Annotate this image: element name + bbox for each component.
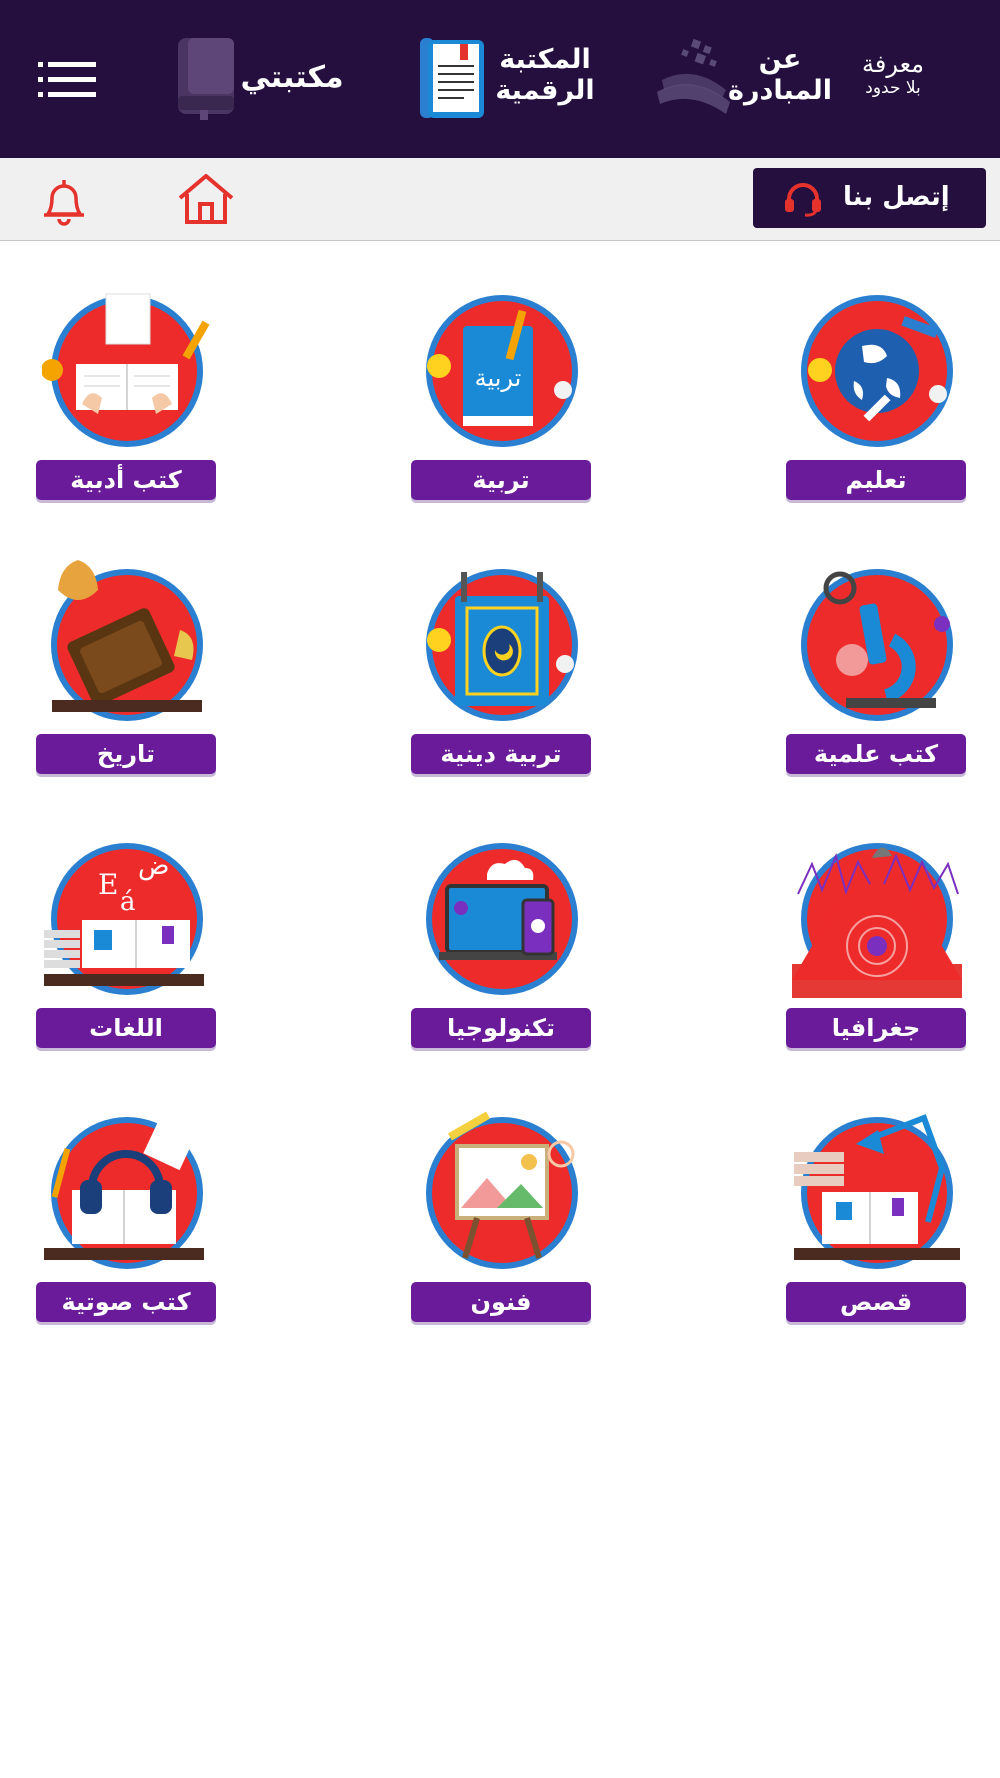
my-library-book-icon bbox=[178, 38, 234, 120]
contact-us-label: إتصل بنا bbox=[843, 182, 950, 212]
stories-lamp-icon bbox=[792, 1108, 962, 1278]
my-library-link[interactable]: مكتبتي bbox=[232, 60, 352, 95]
microscope-icon bbox=[792, 560, 962, 730]
category-label: تربية دينية bbox=[411, 734, 591, 774]
svg-text:E: E bbox=[98, 868, 118, 901]
category-label: تاريخ bbox=[36, 734, 216, 774]
svg-text:á: á bbox=[120, 887, 136, 917]
category-label: قصص bbox=[786, 1282, 966, 1322]
category-label: كتب صوتية bbox=[36, 1282, 216, 1322]
globe-telescope-icon bbox=[792, 286, 962, 456]
laptop-phone-icon bbox=[417, 834, 587, 1004]
contact-us-button[interactable]: إتصل بنا bbox=[753, 168, 986, 228]
svg-text:تربية: تربية bbox=[475, 364, 522, 392]
education-book-icon: تربية bbox=[417, 286, 587, 456]
category-tile[interactable]: جغرافيا bbox=[776, 834, 976, 1074]
category-tile[interactable]: Eá ض اللغات bbox=[26, 834, 226, 1074]
about-line2: المبادرة bbox=[728, 75, 832, 106]
headset-icon bbox=[785, 183, 821, 217]
toolbar: إتصل بنا bbox=[0, 158, 1000, 241]
category-tile[interactable]: كتب أدبية bbox=[26, 286, 226, 526]
digital-line1: المكتبة bbox=[499, 44, 591, 75]
category-label: جغرافيا bbox=[786, 1008, 966, 1048]
category-label: تربية bbox=[411, 460, 591, 500]
digital-line2: الرقمية bbox=[495, 75, 595, 106]
category-tile[interactable]: تربية دينية bbox=[401, 560, 601, 800]
headphones-book-icon bbox=[42, 1107, 212, 1278]
bell-icon[interactable] bbox=[38, 176, 90, 228]
about-initiative-link[interactable]: عن المبادرة bbox=[700, 44, 860, 106]
volcano-icon bbox=[792, 834, 962, 1004]
category-tile[interactable]: تكنولوجيا bbox=[401, 834, 601, 1074]
quran-icon bbox=[417, 560, 587, 730]
category-tile[interactable]: كتب علمية bbox=[776, 560, 976, 800]
painting-easel-icon bbox=[417, 1108, 587, 1278]
category-tile[interactable]: تعليم bbox=[776, 286, 976, 526]
category-tile[interactable]: تربية تربية bbox=[401, 286, 601, 526]
brand-title: معرفة bbox=[861, 50, 924, 78]
category-tile[interactable]: قصص bbox=[776, 1108, 976, 1348]
home-icon[interactable] bbox=[176, 172, 236, 226]
about-line1: عن bbox=[758, 44, 802, 75]
category-tile[interactable]: تاريخ bbox=[26, 560, 226, 800]
svg-text:ض: ض bbox=[138, 851, 169, 881]
old-book-icon bbox=[42, 560, 212, 730]
category-tile[interactable]: كتب صوتية bbox=[26, 1107, 226, 1348]
category-label: كتب أدبية bbox=[36, 460, 216, 500]
category-label: كتب علمية bbox=[786, 734, 966, 774]
top-header: معرفة بلا حدود عن المبادرة المكتبة الرقم… bbox=[0, 0, 1000, 158]
category-label: فنون bbox=[411, 1282, 591, 1322]
menu-icon[interactable] bbox=[38, 60, 98, 100]
category-label: تكنولوجيا bbox=[411, 1008, 591, 1048]
category-label: اللغات bbox=[36, 1008, 216, 1048]
category-label: تعليم bbox=[786, 460, 966, 500]
digital-library-link[interactable]: المكتبة الرقمية bbox=[480, 44, 610, 106]
literature-writing-icon bbox=[41, 286, 212, 456]
languages-book-icon: Eáض bbox=[42, 834, 212, 1004]
tablet-book-icon bbox=[420, 38, 484, 118]
category-tile[interactable]: فنون bbox=[401, 1108, 601, 1348]
brand-subtitle: بلا حدود bbox=[865, 78, 921, 98]
